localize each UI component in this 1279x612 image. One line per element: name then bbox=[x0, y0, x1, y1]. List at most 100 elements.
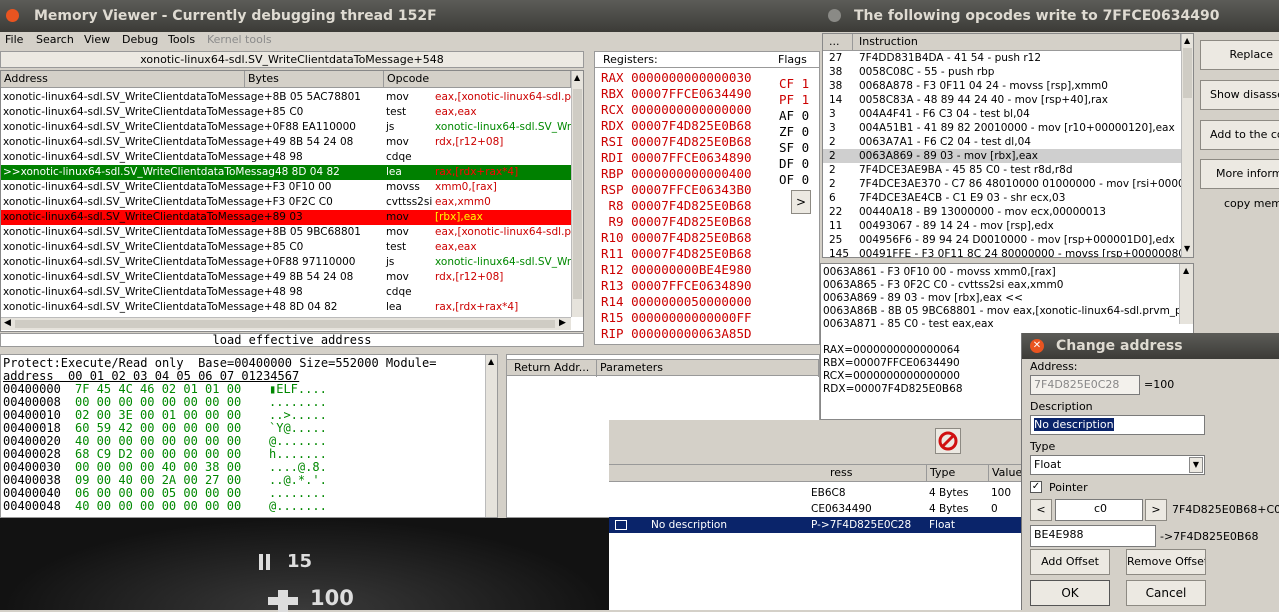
disasm-row[interactable]: xonotic-linux64-sdl.SV_WriteClientdataTo… bbox=[1, 90, 571, 105]
show-disassembler-button[interactable]: Show disassem bbox=[1200, 80, 1279, 110]
disasm-vscroll[interactable]: ▲ bbox=[571, 71, 583, 317]
register-value[interactable]: R8 00007F4D825E0B68 bbox=[601, 198, 781, 214]
opcode-row[interactable]: 2 0063A7A1 - F6 C2 04 - test dl,04 bbox=[823, 135, 1181, 149]
opcode-row[interactable]: 27 7F4DD831B4DA - 41 54 - push r12 bbox=[823, 51, 1181, 65]
disasm-row[interactable]: xonotic-linux64-sdl.SV_WriteClientdataTo… bbox=[1, 195, 571, 210]
show-more-registers-button[interactable]: > bbox=[791, 190, 811, 214]
register-value[interactable]: R13 00007FFCE0634890 bbox=[601, 278, 781, 294]
menu-tools[interactable]: Tools bbox=[168, 32, 195, 48]
col-address[interactable]: Address bbox=[1, 71, 245, 88]
disasm-row[interactable]: xonotic-linux64-sdl.SV_WriteClientdataTo… bbox=[1, 225, 571, 240]
opcode-row[interactable]: 38 0058C08C - 55 - push rbp bbox=[823, 65, 1181, 79]
flag-value[interactable]: DF 0 bbox=[779, 156, 815, 172]
scroll-up-icon[interactable]: ▲ bbox=[574, 73, 580, 82]
opcodes-vscroll[interactable]: ▲ ▼ bbox=[1181, 34, 1193, 257]
cheat-table-row[interactable]: CE0634490 4 Bytes 0 bbox=[609, 501, 1021, 517]
col-instruction[interactable]: Instruction bbox=[853, 34, 1181, 51]
clear-list-button[interactable] bbox=[935, 428, 961, 454]
offset-prev-button[interactable]: < bbox=[1030, 499, 1052, 521]
flag-value[interactable]: OF 0 bbox=[779, 172, 815, 188]
disasm-row[interactable]: xonotic-linux64-sdl.SV_WriteClientdataTo… bbox=[1, 135, 571, 150]
register-value[interactable]: RIP 000000000063A85D bbox=[601, 326, 781, 342]
menu-file[interactable]: File bbox=[5, 32, 23, 48]
disasm-row[interactable]: xonotic-linux64-sdl.SV_WriteClientdataTo… bbox=[1, 300, 571, 315]
disasm-row[interactable]: xonotic-linux64-sdl.SV_WriteClientdataTo… bbox=[1, 120, 571, 135]
opcode-row[interactable]: 11 00493067 - 89 14 24 - mov [rsp],edx bbox=[823, 219, 1181, 233]
col-opcode[interactable]: Opcode bbox=[384, 71, 571, 88]
col-parameters[interactable]: Parameters bbox=[597, 360, 819, 377]
disasm-row[interactable]: xonotic-linux64-sdl.SV_WriteClientdataTo… bbox=[1, 180, 571, 195]
col-count[interactable]: ... bbox=[823, 34, 853, 51]
op-scroll-thumb[interactable] bbox=[1183, 48, 1192, 98]
cheat-table-row[interactable]: No description P->7F4D825E0C28 Float bbox=[609, 517, 1021, 533]
detail-vscroll[interactable]: ▲ bbox=[1179, 264, 1193, 324]
opcode-row[interactable]: 2 0063A869 - 89 03 - mov [rbx],eax bbox=[823, 149, 1181, 163]
opcode-row[interactable]: 2 7F4DCE3AE370 - C7 86 48010000 01000000 … bbox=[823, 177, 1181, 191]
register-value[interactable]: RSI 00007F4D825E0B68 bbox=[601, 134, 781, 150]
disasm-row[interactable]: xonotic-linux64-sdl.SV_WriteClientdataTo… bbox=[1, 105, 571, 120]
disasm-row[interactable]: xonotic-linux64-sdl.SV_WriteClientdataTo… bbox=[1, 270, 571, 285]
flag-value[interactable]: AF 0 bbox=[779, 108, 815, 124]
hscroll-thumb[interactable] bbox=[15, 320, 555, 328]
disasm-hscroll[interactable]: ◀ ▶ bbox=[1, 317, 571, 330]
hex-scroll-up-icon[interactable]: ▲ bbox=[488, 357, 494, 366]
opcodes-close-icon[interactable] bbox=[828, 9, 841, 22]
chevron-down-icon[interactable]: ▼ bbox=[1189, 457, 1203, 473]
disasm-row[interactable]: xonotic-linux64-sdl.SV_WriteClientdataTo… bbox=[1, 210, 571, 225]
register-value[interactable]: R14 0000000050000000 bbox=[601, 294, 781, 310]
menu-view[interactable]: View bbox=[84, 32, 110, 48]
opcode-row[interactable]: 145 00491FFE - F3 0F11 8C 24 80000000 - m… bbox=[823, 247, 1181, 257]
flag-value[interactable]: CF 1 bbox=[779, 76, 815, 92]
hex-view[interactable]: Protect:Execute/Read only Base=00400000 … bbox=[0, 354, 498, 518]
address-field[interactable]: 7F4D825E0C28 bbox=[1030, 375, 1140, 395]
col-address-partial[interactable]: ress bbox=[827, 465, 927, 482]
opcode-row[interactable]: 6 7F4DCE3AE4CB - C1 E9 03 - shr ecx,03 bbox=[823, 191, 1181, 205]
opcode-row[interactable]: 22 00440A18 - B9 13000000 - mov ecx,00000… bbox=[823, 205, 1181, 219]
detail-scroll-up-icon[interactable]: ▲ bbox=[1183, 266, 1189, 275]
register-value[interactable]: R12 000000000BE4E980 bbox=[601, 262, 781, 278]
cheat-table-row[interactable]: EB6C8 4 Bytes 100 bbox=[609, 485, 1021, 501]
type-select[interactable]: Float ▼ bbox=[1030, 455, 1205, 475]
offset-next-button[interactable]: > bbox=[1145, 499, 1167, 521]
op-scroll-down-icon[interactable]: ▼ bbox=[1184, 244, 1190, 253]
cancel-button[interactable]: Cancel bbox=[1126, 580, 1206, 606]
hex-vscroll[interactable]: ▲ bbox=[485, 355, 497, 517]
dialog-close-icon[interactable]: ✕ bbox=[1030, 339, 1044, 353]
register-value[interactable]: R10 00007F4D825E0B68 bbox=[601, 230, 781, 246]
register-value[interactable]: RBP 0000000000000400 bbox=[601, 166, 781, 182]
scroll-right-icon[interactable]: ▶ bbox=[559, 318, 566, 328]
description-field[interactable]: No description bbox=[1030, 415, 1205, 435]
register-value[interactable]: RBX 00007FFCE0634490 bbox=[601, 86, 781, 102]
disassembler-list[interactable]: Address Bytes Opcode xonotic-linux64-sdl… bbox=[0, 70, 584, 332]
row-active-box[interactable] bbox=[615, 520, 627, 530]
add-offset-button[interactable]: Add Offset bbox=[1030, 549, 1110, 575]
register-value[interactable]: RDI 00007FFCE0634890 bbox=[601, 150, 781, 166]
cheat-table[interactable]: ress Type Value EB6C8 4 Bytes 100 CE0634490… bbox=[609, 464, 1029, 610]
flag-value[interactable]: ZF 0 bbox=[779, 124, 815, 140]
replace-button[interactable]: Replace bbox=[1200, 40, 1279, 70]
opcode-row[interactable]: 38 0068A878 - F3 0F11 04 24 - movss [rsp]… bbox=[823, 79, 1181, 93]
col-bytes[interactable]: Bytes bbox=[245, 71, 384, 88]
register-value[interactable]: R9 00007F4D825E0B68 bbox=[601, 214, 781, 230]
register-value[interactable]: R11 00007F4D825E0B68 bbox=[601, 246, 781, 262]
register-value[interactable]: RAX 0000000000000030 bbox=[601, 70, 781, 86]
menu-kernel-tools[interactable]: Kernel tools bbox=[207, 32, 272, 48]
hex-ascii[interactable]: @....... bbox=[269, 500, 327, 513]
opcode-row[interactable]: 14 0058C83A - 48 89 44 24 40 - mov [rsp+4… bbox=[823, 93, 1181, 107]
copy-memory-button[interactable]: copy memo bbox=[1224, 197, 1279, 210]
scroll-left-icon[interactable]: ◀ bbox=[4, 318, 11, 328]
col-return-addr[interactable]: Return Addr... bbox=[511, 360, 597, 377]
scroll-thumb[interactable] bbox=[573, 89, 582, 299]
disasm-row[interactable]: xonotic-linux64-sdl.SV_WriteClientdataTo… bbox=[1, 285, 571, 300]
register-value[interactable]: RSP 00007FFCE06343B0 bbox=[601, 182, 781, 198]
op-scroll-up-icon[interactable]: ▲ bbox=[1184, 36, 1190, 45]
hex-bytes[interactable]: 40 00 00 00 00 00 00 00 bbox=[75, 500, 241, 513]
opcodes-list[interactable]: ... Instruction 27 7F4DD831B4DA - 41 54 -… bbox=[822, 33, 1194, 258]
ok-button[interactable]: OK bbox=[1030, 580, 1110, 606]
add-to-codelist-button[interactable]: Add to the cod bbox=[1200, 120, 1279, 150]
pointer-checkbox[interactable]: ✓ bbox=[1030, 481, 1042, 493]
register-value[interactable]: RDX 00007F4D825E0B68 bbox=[601, 118, 781, 134]
col-type[interactable]: Type bbox=[927, 465, 989, 482]
disasm-row[interactable]: >>xonotic-linux64-sdl.SV_WriteClientdata… bbox=[1, 165, 571, 180]
menu-search[interactable]: Search bbox=[36, 32, 74, 48]
